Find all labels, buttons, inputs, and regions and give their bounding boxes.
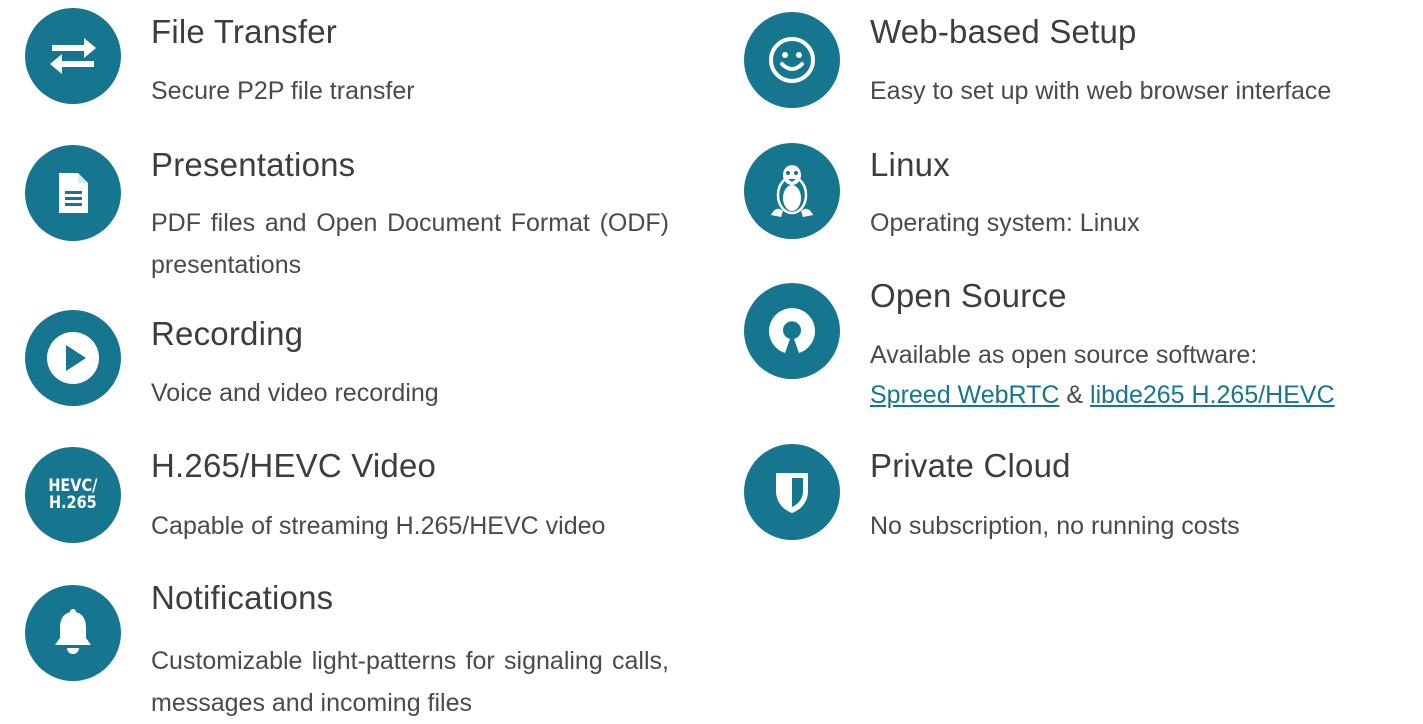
document-icon: [56, 171, 90, 215]
feature-title: Open Source: [870, 277, 1067, 314]
private-cloud-icon-circle: [744, 444, 840, 540]
feature-description: Operating system: Linux: [870, 209, 1140, 237]
feature-title: Presentations: [151, 146, 356, 183]
feature-title: Notifications: [151, 579, 334, 616]
bell-icon: [51, 608, 95, 658]
spreed-webrtc-link[interactable]: Spreed WebRTC: [870, 381, 1059, 409]
feature-title: H.265/HEVC Video: [151, 447, 437, 484]
linux-icon-circle: [744, 143, 840, 239]
hevc-icon: HEVC/H.265: [44, 478, 102, 512]
feature-title: Private Cloud: [870, 447, 1071, 484]
presentations-icon-circle: [25, 145, 121, 241]
shield-icon: [772, 469, 812, 515]
libde265-link[interactable]: libde265 H.265/HEVC: [1090, 381, 1335, 409]
web-setup-icon-circle: [744, 12, 840, 108]
linux-penguin-icon: [767, 161, 817, 221]
transfer-arrows-icon: [48, 36, 98, 76]
open-source-links: Spreed WebRTC & libde265 H.265/HEVC: [870, 374, 1335, 416]
feature-description: PDF files and Open Document Format (ODF)…: [151, 209, 669, 279]
feature-title: File Transfer: [151, 13, 337, 50]
feature-description: Capable of streaming H.265/HEVC video: [151, 512, 606, 540]
feature-description: Available as open source software:: [870, 341, 1258, 369]
play-icon: [43, 328, 103, 388]
recording-icon-circle: [25, 310, 121, 406]
hevc-icon-label: HEVC/H.265: [48, 476, 98, 513]
feature-description: Secure P2P file transfer: [151, 77, 415, 105]
smiley-icon: [767, 35, 817, 85]
hevc-icon-circle: HEVC/H.265: [25, 447, 121, 543]
feature-description: Voice and video recording: [151, 379, 439, 407]
feature-description: Easy to set up with web browser interfac…: [870, 77, 1332, 105]
open-source-icon-circle: [744, 283, 840, 379]
feature-title: Recording: [151, 315, 304, 352]
open-source-icon: [764, 303, 820, 359]
file-transfer-icon-circle: [25, 8, 121, 104]
link-separator: &: [1066, 381, 1084, 409]
feature-description: No subscription, no running costs: [870, 512, 1240, 540]
notifications-icon-circle: [25, 585, 121, 681]
feature-title: Web-based Setup: [870, 13, 1137, 50]
feature-title: Linux: [870, 146, 950, 183]
feature-description: Customizable light-patterns for signalin…: [151, 647, 669, 717]
